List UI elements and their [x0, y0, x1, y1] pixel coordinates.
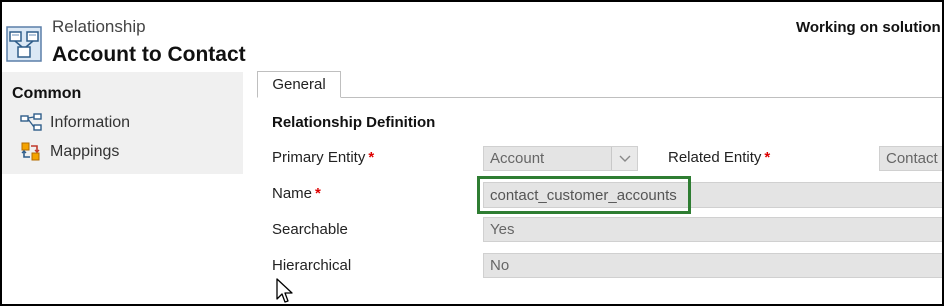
nav-item-information[interactable]: Information — [20, 112, 130, 134]
relationship-entity-icon — [6, 26, 42, 62]
primary-entity-select[interactable]: Account — [483, 146, 638, 171]
name-label-text: Name — [272, 185, 313, 202]
hierarchical-label: Hierarchical — [272, 257, 352, 274]
primary-entity-label: Primary Entity * — [272, 149, 374, 166]
section-title: Relationship Definition — [272, 114, 436, 131]
name-label: Name * — [272, 185, 321, 202]
nav-item-label: Information — [50, 114, 131, 131]
tab-general[interactable]: General — [257, 71, 341, 98]
window-frame: Relationship Account to Contact Working … — [0, 0, 944, 306]
hierarchical-select[interactable]: No — [483, 253, 942, 278]
searchable-label: Searchable — [272, 221, 348, 238]
primary-entity-dropdown-button[interactable] — [611, 147, 637, 170]
tab-strip-divider — [257, 97, 942, 98]
primary-entity-value: Account — [490, 150, 545, 167]
required-marker: * — [368, 149, 375, 166]
information-icon — [20, 113, 42, 131]
searchable-value: Yes — [490, 221, 515, 238]
searchable-select[interactable]: Yes — [483, 217, 942, 242]
primary-entity-label-text: Primary Entity — [272, 149, 366, 166]
hierarchical-value: No — [490, 257, 510, 274]
chevron-down-icon — [619, 155, 630, 162]
nav-section-common: Common — [12, 85, 82, 102]
entity-type-label: Relationship — [52, 17, 146, 36]
required-marker: * — [315, 185, 321, 202]
name-value: contact_customer_accounts — [490, 186, 677, 204]
mappings-icon — [21, 142, 40, 161]
mouse-pointer-icon — [276, 278, 293, 303]
related-entity-value: Contact — [886, 150, 938, 167]
related-entity-label-text: Related Entity — [668, 149, 762, 166]
nav-item-label: Mappings — [50, 143, 120, 160]
related-entity-label: Related Entity * — [668, 149, 770, 166]
required-marker: * — [764, 149, 771, 166]
nav-item-mappings[interactable]: Mappings — [20, 141, 119, 163]
related-entity-select[interactable]: Contact — [879, 146, 942, 171]
name-input[interactable]: contact_customer_accounts — [483, 182, 942, 208]
page-title: Account to Contact — [52, 43, 246, 66]
solution-status-text: Working on solution — [796, 19, 941, 36]
